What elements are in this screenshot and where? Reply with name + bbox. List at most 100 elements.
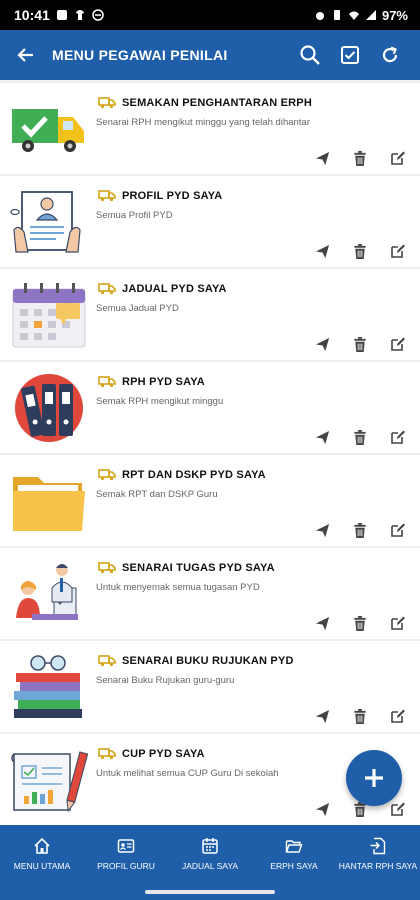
delivery-truck-check-icon [12, 109, 84, 152]
edit-icon [391, 337, 405, 351]
search-icon [300, 45, 320, 65]
truck-icon [98, 376, 116, 388]
truck-icon [98, 562, 116, 574]
card-actions [312, 334, 408, 354]
card-header: RPT DAN DSKP PYD SAYA [98, 468, 266, 481]
send-icon [315, 709, 329, 723]
send-button[interactable] [312, 613, 332, 633]
truck-icon [98, 748, 116, 760]
refresh-icon [382, 46, 398, 63]
notification-icon [56, 10, 67, 20]
status-time: 10:41 [14, 7, 50, 23]
send-icon [315, 523, 329, 537]
card-title: CUP PYD SAYA [122, 747, 205, 760]
trash-icon [354, 243, 366, 259]
vibrate-icon [333, 10, 340, 20]
card-subtitle: Senarai Buku Rujukan guru-guru [96, 675, 235, 686]
send-button[interactable] [312, 520, 332, 540]
card-subtitle: Semak RPH mengikut minggu [96, 396, 224, 407]
card-actions [312, 613, 408, 633]
trash-icon [354, 522, 366, 538]
card-title: SENARAI BUKU RUJUKAN PYD [122, 654, 294, 667]
card-title: SENARAI TUGAS PYD SAYA [122, 561, 275, 574]
edit-button[interactable] [388, 241, 408, 261]
checkbox-icon [341, 46, 359, 64]
send-icon [315, 616, 329, 630]
calendar-icon [202, 838, 218, 854]
menu-card-semakan-penghantaran[interactable]: SEMAKAN PENGHANTARAN ERPH Senarai RPH me… [0, 83, 420, 174]
send-button[interactable] [312, 427, 332, 447]
shirt-icon [75, 10, 84, 20]
card-subtitle: Semua Profil PYD [96, 210, 173, 221]
card-subtitle: Senarai RPH mengikut minggu yang telah d… [96, 117, 310, 128]
menu-card-senarai-tugas[interactable]: SENARAI TUGAS PYD SAYA Untuk menyemak se… [0, 548, 420, 639]
send-button[interactable] [312, 148, 332, 168]
card-header: SEMAKAN PENGHANTARAN ERPH [98, 96, 312, 109]
truck-icon [98, 469, 116, 481]
add-button[interactable] [346, 750, 402, 806]
card-title: RPH PYD SAYA [122, 375, 205, 388]
edit-icon [391, 802, 405, 816]
send-icon [315, 430, 329, 444]
edit-button[interactable] [388, 799, 408, 819]
nav-hantar-rph[interactable]: HANTAR RPH SAYA [336, 825, 420, 885]
card-actions [312, 427, 408, 447]
edit-button[interactable] [388, 148, 408, 168]
trash-icon [354, 708, 366, 724]
send-button[interactable] [312, 706, 332, 726]
alarm-icon [315, 12, 324, 20]
app-bar: MENU PEGAWAI PENILAI [0, 30, 420, 80]
nav-label: JADUAL SAYA [181, 861, 239, 871]
select-all-button[interactable] [330, 35, 370, 75]
truck-icon [98, 97, 116, 109]
blueprint-pencil-icon [11, 751, 88, 813]
menu-card-buku-rujukan[interactable]: SENARAI BUKU RUJUKAN PYD Senarai Buku Ru… [0, 641, 420, 732]
edit-button[interactable] [388, 613, 408, 633]
menu-card-jadual-pyd[interactable]: JADUAL PYD SAYA Semua Jadual PYD [0, 269, 420, 360]
edit-button[interactable] [388, 520, 408, 540]
send-button[interactable] [312, 241, 332, 261]
delete-button[interactable] [350, 241, 370, 261]
home-icon [34, 837, 50, 854]
delete-button[interactable] [350, 706, 370, 726]
delete-button[interactable] [350, 613, 370, 633]
edit-button[interactable] [388, 706, 408, 726]
card-title: PROFIL PYD SAYA [122, 189, 223, 202]
truck-icon [98, 283, 116, 295]
folder-icon [13, 477, 85, 531]
nav-menu-utama[interactable]: MENU UTAMA [0, 825, 84, 885]
trash-icon [354, 336, 366, 352]
delete-button[interactable] [350, 334, 370, 354]
delete-button[interactable] [350, 427, 370, 447]
signal-icon [365, 10, 376, 20]
book-stack-icon [14, 655, 82, 718]
card-subtitle: Untuk menyemak semua tugasan PYD [96, 582, 260, 593]
card-actions [312, 148, 408, 168]
card-header: JADUAL PYD SAYA [98, 282, 227, 295]
id-card-icon [117, 839, 135, 853]
send-document-icon [370, 837, 386, 855]
profile-document-icon [10, 191, 81, 253]
edit-icon [391, 244, 405, 258]
nav-jadual-saya[interactable]: JADUAL SAYA [168, 825, 252, 885]
menu-card-rpt-dskp[interactable]: RPT DAN DSKP PYD SAYA Semak RPT dan DSKP… [0, 455, 420, 546]
nav-profil-guru[interactable]: PROFIL GURU [84, 825, 168, 885]
menu-card-rph-pyd[interactable]: RPH PYD SAYA Semak RPH mengikut minggu [0, 362, 420, 453]
send-button[interactable] [312, 799, 332, 819]
nav-erph-saya[interactable]: ERPH SAYA [252, 825, 336, 885]
truck-icon [98, 655, 116, 667]
delete-button[interactable] [350, 148, 370, 168]
wifi-icon [348, 11, 359, 20]
edit-button[interactable] [388, 427, 408, 447]
back-button[interactable] [10, 39, 42, 71]
binders-icon [15, 374, 83, 442]
delete-button[interactable] [350, 520, 370, 540]
edit-button[interactable] [388, 334, 408, 354]
search-button[interactable] [290, 35, 330, 75]
menu-list: SEMAKAN PENGHANTARAN ERPH Senarai RPH me… [0, 80, 420, 825]
refresh-button[interactable] [370, 35, 410, 75]
home-gesture-handle[interactable] [145, 890, 275, 894]
send-button[interactable] [312, 334, 332, 354]
menu-card-profil-pyd[interactable]: PROFIL PYD SAYA Semua Profil PYD [0, 176, 420, 267]
nav-label: HANTAR RPH SAYA [338, 861, 418, 871]
